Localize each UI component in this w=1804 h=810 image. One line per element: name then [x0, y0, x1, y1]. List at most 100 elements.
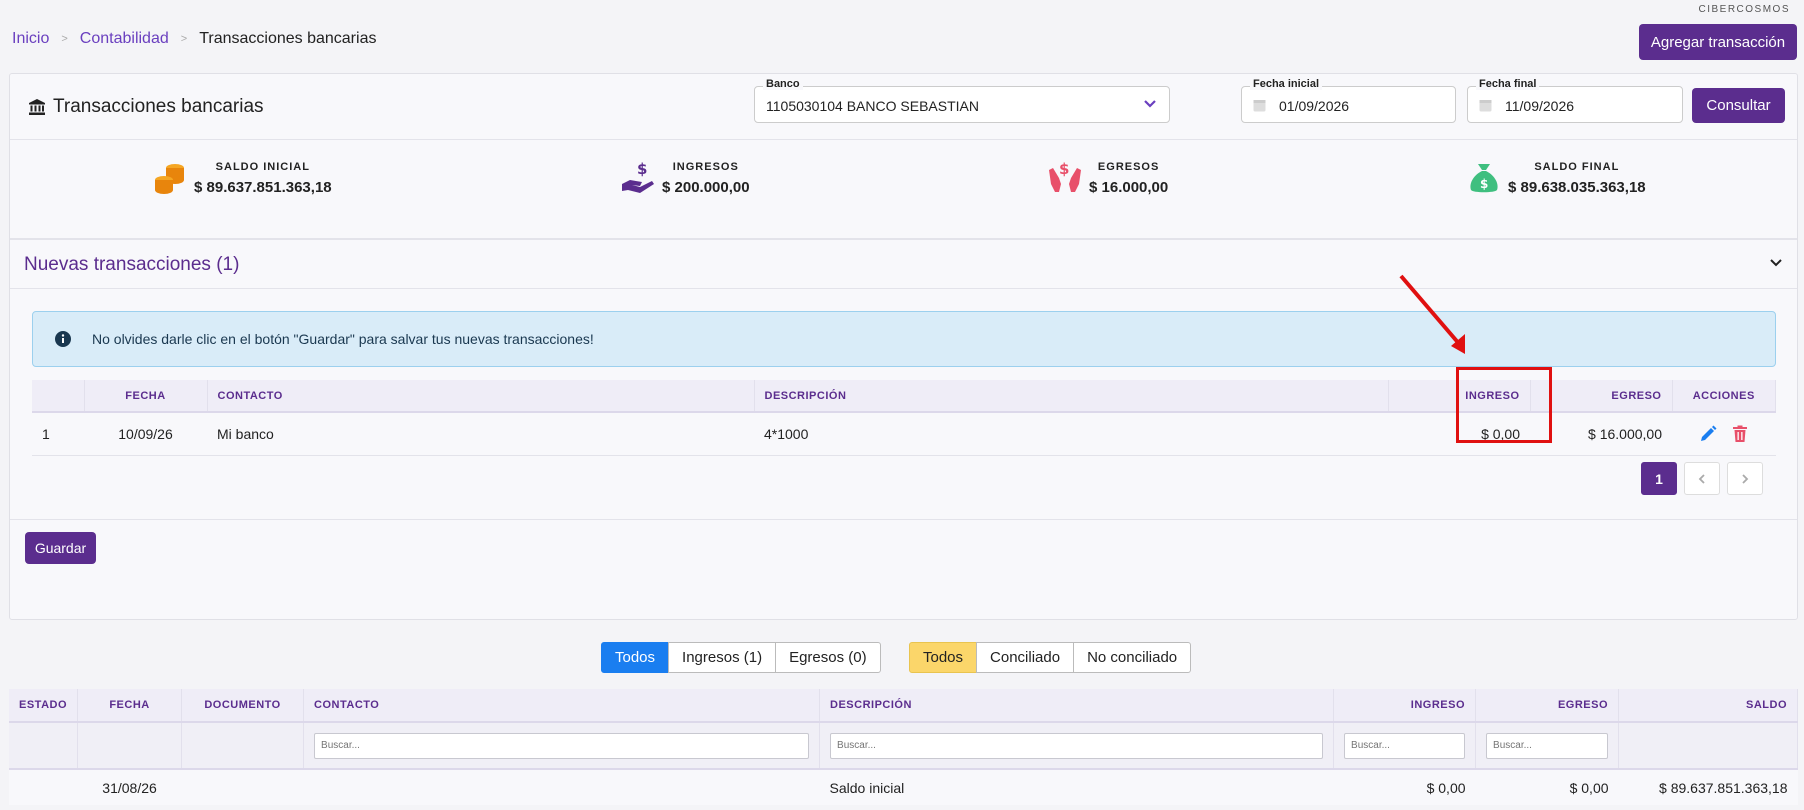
row-fecha: 31/08/26 [77, 769, 182, 805]
row-contacto [303, 769, 820, 805]
chevron-left-icon [1698, 473, 1705, 484]
calendar-icon [1253, 100, 1266, 112]
hand-dollar-icon: $ [622, 160, 654, 193]
column-header-ingreso: INGRESO [1388, 380, 1531, 413]
egreso-filter-cell [1475, 722, 1620, 770]
consult-button[interactable]: Consultar [1692, 88, 1785, 123]
summary-bar: SALDO INICIAL $ 89.637.851.363,18 $ INGR… [10, 140, 1797, 239]
info-alert-text: No olvides darle clic en el botón "Guard… [92, 331, 594, 347]
chevron-down-icon [1144, 100, 1156, 108]
page-button-current[interactable]: 1 [1641, 462, 1677, 495]
descripcion-filter-cell [819, 722, 1335, 770]
egreso-search-input[interactable] [1486, 732, 1609, 759]
table-row: 31/08/26 Saldo inicial $ 0,00 $ 0,00 $ 8… [9, 769, 1798, 805]
coins-icon [155, 164, 184, 194]
contacto-search-input[interactable] [314, 732, 810, 759]
pagination: 1 [1641, 462, 1763, 495]
save-button[interactable]: Guardar [25, 532, 96, 564]
row-saldo: $ 89.637.851.363,18 [1618, 769, 1798, 805]
column-header-acciones: ACCIONES [1672, 380, 1776, 413]
breadcrumb: Inicio > Contabilidad > Transacciones ba… [12, 30, 376, 48]
contacto-filter-cell [303, 722, 821, 770]
summary-saldo-inicial: SALDO INICIAL $ 89.637.851.363,18 [152, 160, 332, 196]
empty-cell [9, 722, 79, 770]
page-title: Transacciones bancarias [28, 96, 264, 118]
divider [10, 519, 1797, 520]
filter-todos-status[interactable]: Todos [909, 642, 978, 673]
row-contacto: Mi banco [207, 412, 754, 456]
money-bag-icon: $ [1470, 164, 1498, 193]
summary-value: $ 200.000,00 [662, 178, 750, 196]
bank-value: 1105030104 BANCO SEBASTIAN [766, 98, 979, 114]
new-transactions-title: Nuevas transacciones (1) [24, 254, 240, 275]
info-icon [55, 331, 71, 347]
hands-dollar-icon: $ [1049, 160, 1081, 192]
delete-trash-icon[interactable] [1731, 425, 1749, 443]
breadcrumb-separator: > [61, 33, 68, 45]
svg-text:$: $ [637, 160, 647, 178]
filter-egresos[interactable]: Egresos (0) [775, 642, 881, 673]
column-header-contacto: CONTACTO [207, 380, 755, 413]
summary-egresos: $ EGRESOS $ 16.000,00 [1047, 160, 1168, 196]
column-header-egreso: EGRESO [1475, 689, 1620, 723]
next-page-button[interactable] [1727, 462, 1763, 495]
column-header-fecha: FECHA [77, 689, 183, 723]
row-ingreso: $ 0,00 [1333, 769, 1476, 805]
column-header-num [32, 380, 85, 413]
edit-pencil-icon[interactable] [1699, 425, 1717, 443]
start-date-label: Fecha inicial [1250, 78, 1323, 90]
column-header-estado: ESTADO [9, 689, 79, 723]
bank-icon [29, 99, 45, 115]
new-transactions-table: FECHA CONTACTO DESCRIPCIÓN INGRESO EGRES… [32, 380, 1776, 456]
start-date-value: 01/09/2026 [1279, 98, 1350, 114]
filter-ingresos[interactable]: Ingresos (1) [668, 642, 777, 673]
ingreso-search-input[interactable] [1344, 732, 1466, 759]
chevron-right-icon [1742, 473, 1749, 484]
table-row: 1 10/09/26 Mi banco 4*1000 $ 0,00 $ 16.0… [32, 412, 1776, 456]
bank-select[interactable]: Banco 1105030104 BANCO SEBASTIAN [754, 78, 1170, 123]
column-header-ingreso: INGRESO [1333, 689, 1477, 723]
column-header-documento: DOCUMENTO [181, 689, 305, 723]
brand-name: CIBERCOSMOS [1698, 4, 1790, 15]
svg-text:$: $ [1480, 177, 1488, 191]
type-filter-group: Todos Ingresos (1) Egresos (0) [601, 642, 881, 673]
summary-value: $ 89.638.035.363,18 [1508, 178, 1646, 196]
summary-label: INGRESOS [672, 160, 739, 173]
breadcrumb-inicio[interactable]: Inicio [12, 30, 49, 48]
summary-value: $ 16.000,00 [1089, 178, 1169, 196]
chevron-down-icon[interactable] [1769, 258, 1783, 268]
row-egreso: $ 0,00 [1475, 769, 1619, 805]
row-num: 1 [32, 412, 84, 456]
row-fecha: 10/09/26 [84, 412, 207, 456]
column-header-contacto: CONTACTO [303, 689, 821, 723]
descripcion-search-input[interactable] [830, 732, 1324, 759]
calendar-icon [1479, 100, 1492, 112]
new-transactions-header[interactable]: Nuevas transacciones (1) [10, 240, 1797, 289]
card-header: Transacciones bancarias Banco 1105030104… [10, 74, 1797, 140]
filter-no-conciliado[interactable]: No conciliado [1073, 642, 1192, 673]
end-date-value: 11/09/2026 [1505, 98, 1575, 114]
breadcrumb-current: Transacciones bancarias [199, 30, 377, 47]
summary-saldo-final: $ SALDO FINAL $ 89.638.035.363,18 [1466, 160, 1646, 196]
row-descripcion: 4*1000 [754, 412, 1388, 456]
summary-label: SALDO INICIAL [215, 160, 310, 173]
column-header-egreso: EGRESO [1530, 380, 1673, 413]
summary-ingresos: $ INGRESOS $ 200.000,00 [620, 160, 750, 196]
summary-value: $ 89.637.851.363,18 [194, 178, 332, 196]
breadcrumb-contabilidad[interactable]: Contabilidad [80, 30, 169, 48]
bank-label: Banco [763, 78, 803, 90]
column-header-descripcion: DESCRIPCIÓN [754, 380, 1389, 413]
breadcrumb-separator: > [180, 33, 188, 45]
row-estado [9, 769, 78, 805]
end-date-field[interactable]: Fecha final 11/09/2026 [1467, 78, 1683, 123]
prev-page-button[interactable] [1684, 462, 1720, 495]
add-transaction-button[interactable]: Agregar transacción [1639, 24, 1797, 60]
row-ingreso: $ 0,00 [1388, 412, 1530, 456]
start-date-field[interactable]: Fecha inicial 01/09/2026 [1241, 78, 1456, 123]
filter-todos-type[interactable]: Todos [601, 642, 670, 673]
filter-conciliado[interactable]: Conciliado [976, 642, 1075, 673]
transactions-card: Transacciones bancarias Banco 1105030104… [9, 73, 1798, 620]
summary-label: EGRESOS [1097, 160, 1160, 173]
empty-cell [77, 722, 183, 770]
column-header-saldo: SALDO [1618, 689, 1798, 723]
